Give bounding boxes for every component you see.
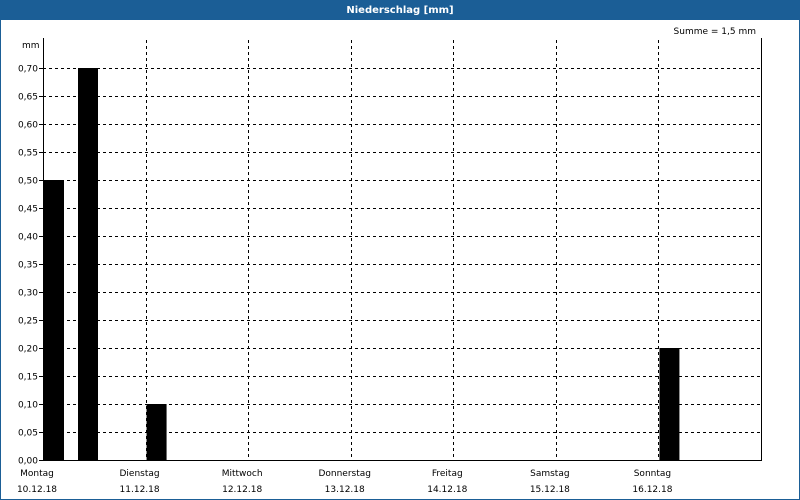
y-tick-label: 0,50: [18, 177, 38, 187]
x-tick-weekday: Mittwoch: [222, 469, 263, 479]
y-tick-labels: 0,00 0,05 0,10 0,15 0,20 0,25 0,30 0,35 0,40 0,45…: [18, 65, 38, 467]
bar: [44, 180, 64, 460]
x-tick-weekday: Sonntag: [634, 469, 671, 479]
y-axis-unit: mm: [22, 41, 40, 51]
y-tick-label: 0,15: [18, 373, 38, 383]
precipitation-chart: Summe = 1,5 mm mm 0,000,050,100,150,200,…: [17, 27, 762, 495]
x-tick-weekday: Dienstag: [120, 469, 160, 479]
x-tick-date: 11.12.18: [120, 485, 160, 495]
y-tick-label: 0,65: [18, 93, 38, 103]
x-tick-date: 16.12.18: [632, 485, 672, 495]
sum-label: Summe = 1,5 mm: [674, 27, 756, 37]
x-tick-date: 10.12.18: [17, 485, 57, 495]
axes: [39, 38, 762, 461]
y-tick-label: 0,70: [18, 65, 38, 75]
y-tick-label: 0,20: [18, 345, 38, 355]
x-tick-date: 13.12.18: [325, 485, 365, 495]
x-tick-date: 14.12.18: [427, 485, 467, 495]
bar: [659, 348, 680, 460]
x-tick-date: 12.12.18: [222, 485, 262, 495]
x-tick-labels: Montag 10.12.18 Dienstag 11.12.18 Mittwoch 12…: [17, 469, 673, 495]
y-tick-label: 0,35: [18, 261, 38, 271]
x-tick-date: 15.12.18: [530, 485, 570, 495]
y-tick-label: 0,55: [18, 149, 38, 159]
y-tick-label: 0,60: [18, 121, 38, 131]
y-tick-label: 0,05: [18, 429, 38, 439]
x-tick-weekday: Montag: [20, 469, 54, 479]
y-tick-label: 0,10: [18, 401, 38, 411]
bar: [78, 68, 98, 460]
x-tick-weekday: Donnerstag: [318, 469, 371, 479]
grid: [43, 40, 761, 460]
x-tick-weekday: Samstag: [530, 469, 569, 479]
y-tick-label: 0,30: [18, 289, 38, 299]
bar: [146, 404, 167, 460]
y-tick-label: 0,00: [18, 457, 38, 467]
x-tick-weekday: Freitag: [432, 469, 463, 479]
y-tick-label: 0,40: [18, 233, 38, 243]
y-tick-label: 0,25: [18, 317, 38, 327]
y-tick-label: 0,45: [18, 205, 38, 215]
